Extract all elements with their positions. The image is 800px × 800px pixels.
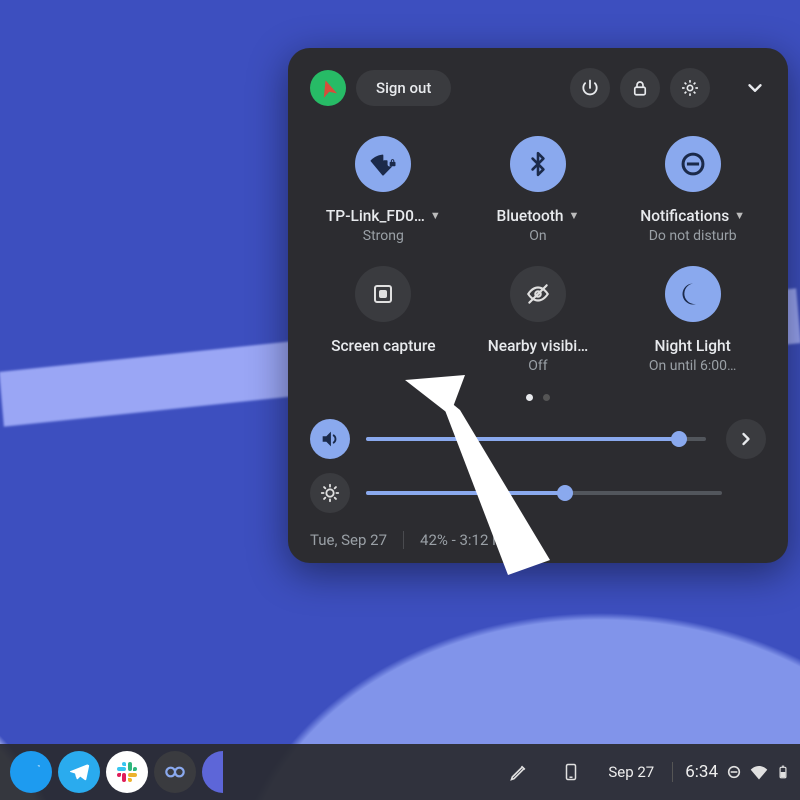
screen-capture-label: Screen capture bbox=[331, 336, 435, 356]
wifi-status-icon bbox=[750, 763, 768, 781]
telegram-icon bbox=[68, 761, 90, 783]
volume-slider[interactable] bbox=[366, 437, 706, 441]
tile-nearby-visibility[interactable]: Nearby visibi… Off bbox=[465, 266, 612, 374]
notifications-toggle[interactable] bbox=[665, 136, 721, 192]
app-slack[interactable] bbox=[106, 751, 148, 793]
caret-icon: ▼ bbox=[569, 209, 580, 223]
caret-icon: ▼ bbox=[734, 209, 745, 223]
pen-icon bbox=[509, 762, 529, 782]
tile-night-light[interactable]: Night Light On until 6:00… bbox=[619, 266, 766, 374]
app-overview[interactable] bbox=[154, 751, 196, 793]
chevron-down-icon bbox=[744, 77, 766, 99]
tile-wifi[interactable]: TP-Link_FD0… ▼ Strong bbox=[310, 136, 457, 244]
page-indicator bbox=[310, 394, 766, 401]
tile-screen-capture[interactable]: Screen capture bbox=[310, 266, 457, 374]
footer-date: Tue, Sep 27 bbox=[310, 531, 387, 549]
audio-settings-button[interactable] bbox=[726, 419, 766, 459]
night-light-toggle[interactable] bbox=[665, 266, 721, 322]
dnd-icon bbox=[679, 150, 707, 178]
volume-row bbox=[310, 419, 766, 459]
night-light-icon bbox=[679, 280, 707, 308]
quick-toggle-grid: TP-Link_FD0… ▼ Strong Bluetooth ▼ On Notif… bbox=[310, 136, 766, 374]
chevron-right-icon bbox=[736, 429, 756, 449]
wifi-lock-icon bbox=[369, 150, 397, 178]
screen-capture-icon bbox=[371, 282, 395, 306]
panel-footer: Tue, Sep 27 42% - 3:12 left bbox=[310, 527, 766, 549]
brightness-icon bbox=[319, 482, 341, 504]
app-firefox[interactable] bbox=[202, 751, 244, 793]
slack-icon bbox=[115, 760, 139, 784]
phone-icon bbox=[562, 761, 580, 783]
nearby-label: Nearby visibi… bbox=[488, 336, 588, 356]
bluetooth-label: Bluetooth bbox=[497, 206, 564, 226]
tile-bluetooth[interactable]: Bluetooth ▼ On bbox=[465, 136, 612, 244]
power-icon bbox=[580, 78, 600, 98]
avatar[interactable] bbox=[310, 70, 346, 106]
volume-button[interactable] bbox=[310, 419, 350, 459]
bluetooth-toggle[interactable] bbox=[510, 136, 566, 192]
visibility-off-icon bbox=[525, 281, 551, 307]
phone-hub[interactable] bbox=[556, 757, 586, 787]
app-telegram[interactable] bbox=[58, 751, 100, 793]
brightness-button[interactable] bbox=[310, 473, 350, 513]
nearby-toggle[interactable] bbox=[510, 266, 566, 322]
brightness-row bbox=[310, 473, 766, 513]
tile-notifications[interactable]: Notifications ▼ Do not disturb bbox=[619, 136, 766, 244]
shelf-date[interactable]: Sep 27 bbox=[600, 763, 662, 781]
lock-icon bbox=[631, 79, 649, 97]
nearby-status: Off bbox=[528, 358, 547, 374]
collapse-button[interactable] bbox=[744, 77, 766, 99]
caret-icon: ▼ bbox=[430, 209, 441, 223]
quick-settings-panel: Sign out TP-Link_FD0… ▼ Strong bbox=[288, 48, 788, 563]
gear-icon bbox=[680, 78, 700, 98]
night-light-status: On until 6:00… bbox=[649, 358, 737, 374]
battery-status-icon bbox=[776, 762, 790, 782]
app-twitter[interactable] bbox=[10, 751, 52, 793]
overview-icon bbox=[162, 759, 188, 785]
stylus-tool[interactable] bbox=[504, 757, 534, 787]
volume-icon bbox=[319, 428, 341, 450]
screen-capture-button[interactable] bbox=[355, 266, 411, 322]
power-button[interactable] bbox=[570, 68, 610, 108]
bluetooth-status: On bbox=[529, 228, 546, 244]
twitter-icon bbox=[20, 761, 42, 783]
wifi-label: TP-Link_FD0… bbox=[326, 206, 425, 226]
notifications-status: Do not disturb bbox=[649, 228, 737, 244]
bluetooth-icon bbox=[525, 151, 551, 177]
page-dot-2[interactable] bbox=[543, 394, 550, 401]
page-dot-1[interactable] bbox=[526, 394, 533, 401]
lock-button[interactable] bbox=[620, 68, 660, 108]
shelf: Sep 27 6:34 bbox=[0, 744, 800, 800]
settings-button[interactable] bbox=[670, 68, 710, 108]
sign-out-button[interactable]: Sign out bbox=[356, 70, 451, 106]
panel-header: Sign out bbox=[310, 68, 766, 108]
notifications-label: Notifications bbox=[640, 206, 729, 226]
brightness-slider[interactable] bbox=[366, 491, 722, 495]
dnd-status-icon bbox=[726, 764, 742, 780]
wifi-toggle[interactable] bbox=[355, 136, 411, 192]
divider bbox=[403, 531, 404, 549]
shelf-time: 6:34 bbox=[685, 762, 718, 782]
wifi-status: Strong bbox=[363, 228, 404, 244]
night-light-label: Night Light bbox=[655, 336, 731, 356]
footer-battery: 42% - 3:12 left bbox=[420, 531, 514, 549]
status-area[interactable]: 6:34 bbox=[672, 762, 790, 782]
